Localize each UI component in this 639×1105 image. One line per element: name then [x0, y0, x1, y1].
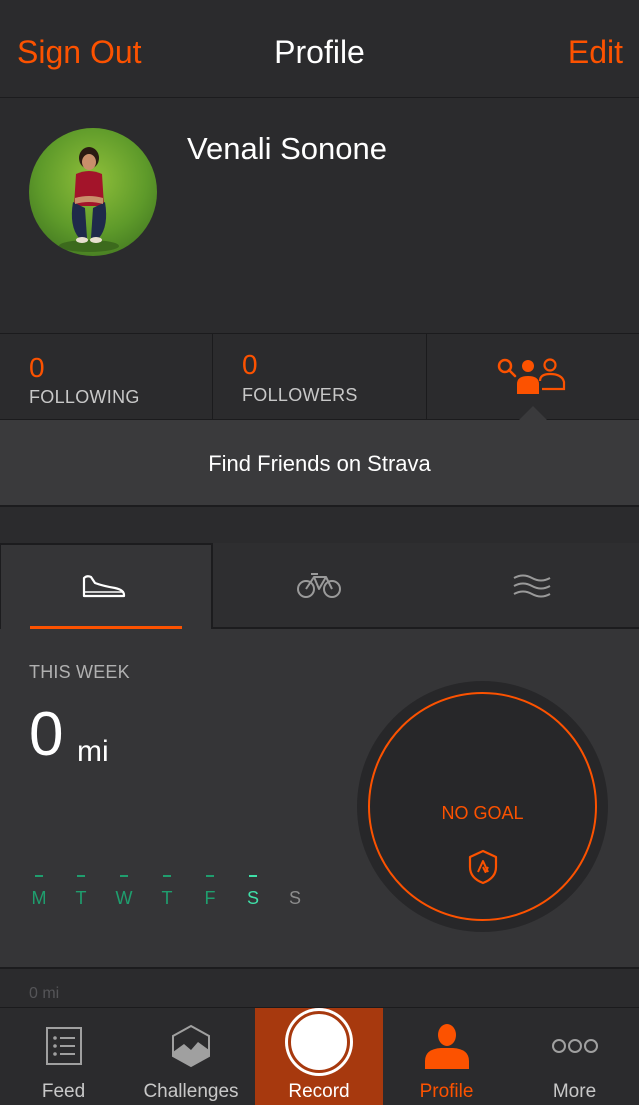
record-button-icon — [288, 1011, 350, 1073]
more-dots-icon — [551, 1039, 598, 1053]
day-thursday: T — [155, 875, 179, 909]
goal-label: NO GOAL — [441, 803, 524, 823]
tab-feed[interactable]: Feed — [0, 1008, 127, 1105]
section-spacer — [0, 507, 639, 543]
tab-label: Profile — [419, 1081, 474, 1102]
day-bar — [77, 875, 85, 877]
followers-label: FOLLOWERS — [242, 385, 358, 405]
day-letter: M — [31, 888, 47, 908]
tab-icon-wrap — [383, 1022, 510, 1070]
day-bar — [163, 875, 171, 877]
day-saturday: S — [241, 875, 265, 909]
day-monday: M — [27, 875, 51, 909]
swim-waves-icon — [513, 574, 551, 598]
page-title: Profile — [274, 34, 365, 70]
athlete-name: Venali Sonone — [187, 131, 387, 166]
following-count: 0 — [29, 352, 45, 383]
this-week-label: THIS WEEK — [29, 662, 130, 682]
day-bar — [35, 875, 43, 877]
tab-ride[interactable] — [213, 543, 426, 629]
next-section-peek: 0 mi — [0, 971, 639, 1007]
day-letter: F — [204, 888, 216, 908]
tab-icon-wrap — [127, 1022, 255, 1070]
run-shoe-icon — [82, 575, 126, 598]
avatar[interactable] — [29, 128, 157, 256]
day-letter: S — [288, 888, 301, 908]
avatar-photo — [29, 128, 157, 256]
tab-profile[interactable]: Profile — [383, 1008, 510, 1105]
tab-label: Challenges — [143, 1081, 239, 1102]
bicycle-icon — [297, 573, 341, 598]
sport-tabs — [0, 543, 639, 629]
popover-pointer — [519, 406, 547, 420]
followers-stat[interactable]: 0 FOLLOWERS — [213, 334, 427, 420]
day-bar — [291, 875, 299, 877]
profile-header: Venali Sonone — [0, 98, 639, 334]
tab-more[interactable]: More — [510, 1008, 639, 1105]
following-stat[interactable]: 0 FOLLOWING — [0, 334, 213, 420]
tab-icon-wrap — [255, 1011, 383, 1073]
find-friends-icon — [497, 358, 566, 394]
tab-icon-wrap — [0, 1022, 127, 1070]
day-sunday: S — [283, 875, 307, 909]
weekly-goal-ring[interactable]: NO GOAL — [357, 681, 608, 932]
day-wednesday: W — [112, 875, 136, 909]
edit-button[interactable]: Edit — [568, 34, 623, 71]
distance-axis-label: 0 mi — [29, 985, 60, 1002]
tab-run[interactable] — [0, 543, 213, 629]
day-bar — [120, 875, 128, 877]
day-letter: T — [161, 888, 173, 908]
distance-unit: mi — [77, 735, 109, 768]
day-letter: T — [75, 888, 87, 908]
navigation-bar: Sign Out Profile Edit — [0, 0, 639, 98]
find-friends-button[interactable]: Find Friends on Strava — [0, 420, 639, 507]
day-letter: W — [115, 888, 133, 908]
day-friday: F — [198, 875, 222, 909]
tab-record[interactable]: Record — [255, 1008, 383, 1105]
day-letter: S — [246, 888, 259, 908]
weekly-distance: 0 — [29, 700, 64, 769]
tab-label: Record — [288, 1081, 350, 1102]
day-tuesday: T — [69, 875, 93, 909]
tab-icon-wrap — [510, 1022, 639, 1070]
day-bar — [206, 875, 214, 877]
following-label: FOLLOWING — [29, 387, 140, 407]
followers-count: 0 — [242, 349, 258, 380]
bottom-tab-bar: Feed Challenges Record Profile More — [0, 1007, 639, 1105]
weekday-strip: M T W T F S S — [27, 875, 317, 925]
tab-challenges[interactable]: Challenges — [127, 1008, 255, 1105]
tab-swim[interactable] — [426, 543, 639, 629]
day-bar — [249, 875, 257, 877]
challenges-icon — [172, 1024, 210, 1068]
strava-shield-icon — [468, 849, 498, 885]
weekly-summary: THIS WEEK 0 mi M T W T F S S NO GOAL — [0, 629, 639, 969]
tab-label: More — [552, 1081, 597, 1102]
profile-icon — [424, 1024, 469, 1069]
tab-label: Feed — [41, 1081, 86, 1102]
feed-list-icon — [45, 1027, 82, 1065]
